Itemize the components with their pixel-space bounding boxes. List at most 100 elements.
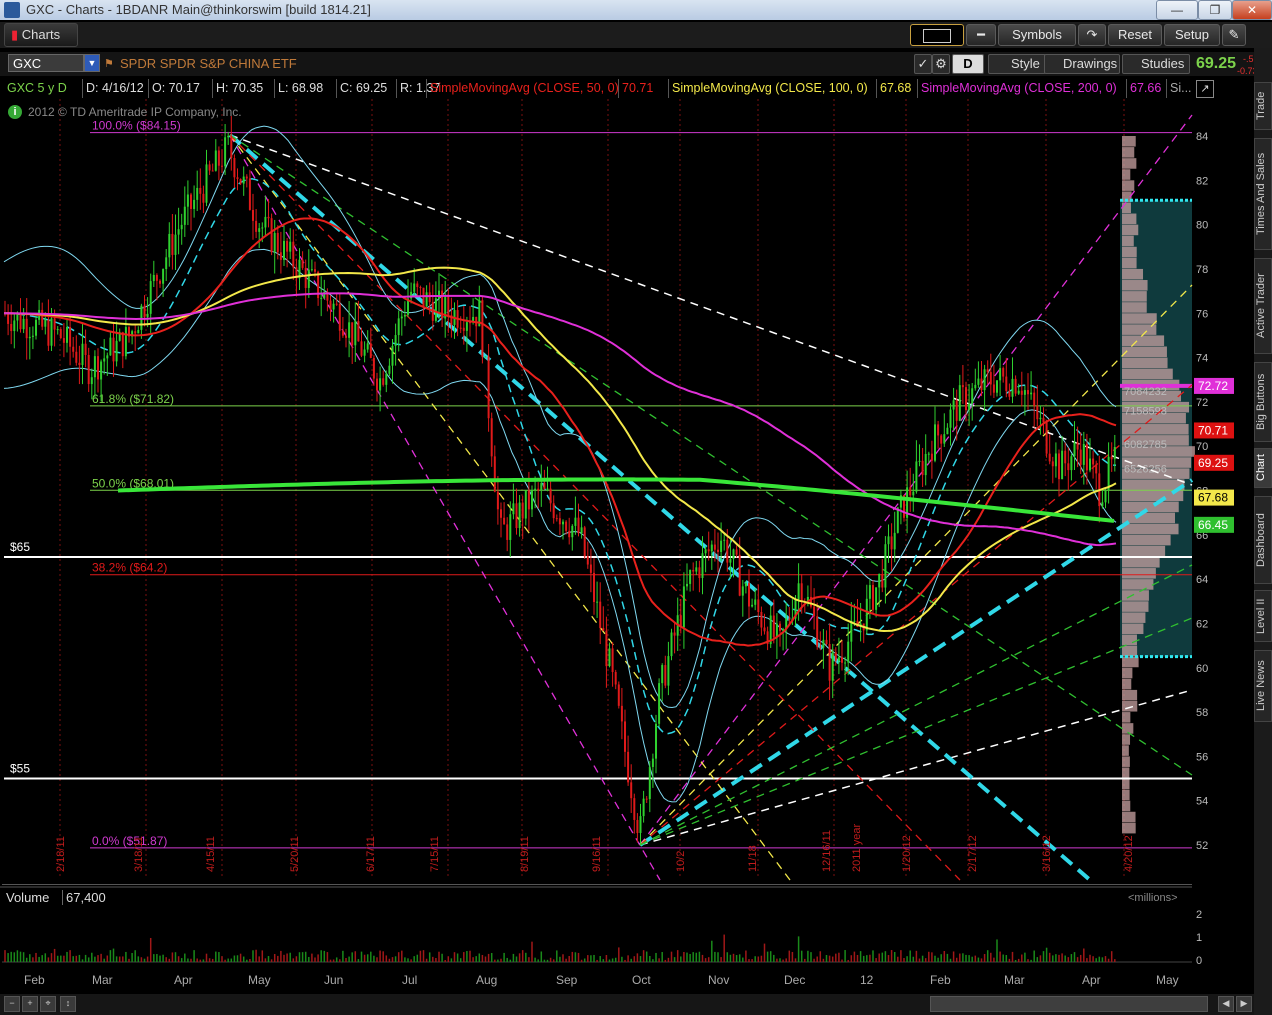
maximize-button[interactable]: ❐ <box>1198 0 1232 20</box>
setup-button[interactable]: Setup <box>1164 24 1220 46</box>
color-swatch-button[interactable] <box>910 24 964 46</box>
profile-bar <box>1122 612 1146 623</box>
link-button[interactable]: ━ <box>966 24 996 46</box>
symbols-button[interactable]: Symbols <box>998 24 1076 46</box>
period-selector[interactable]: D <box>952 54 984 74</box>
candle-body <box>354 321 357 346</box>
profile-bar <box>1122 213 1137 225</box>
candle-body <box>252 209 254 221</box>
zoom-reset-icon[interactable]: ⌖ <box>40 996 56 1012</box>
minimize-button[interactable]: — <box>1156 0 1198 20</box>
sma50-label[interactable]: SimpleMovingAvg (CLOSE, 50, 0) <box>426 79 622 98</box>
scroll-right-icon[interactable]: ▶ <box>1236 996 1252 1012</box>
candle-body <box>732 549 735 559</box>
candle-body <box>462 327 465 331</box>
drawings-menu[interactable]: Drawings <box>1044 54 1120 74</box>
reset-button[interactable]: Reset <box>1108 24 1162 46</box>
candle-body <box>1045 422 1048 454</box>
price-tag-text: 67.68 <box>1198 491 1228 505</box>
close-button[interactable]: ✕ <box>1232 0 1272 20</box>
candle-body <box>565 521 568 531</box>
tab-big-buttons[interactable]: Big Buttons <box>1254 362 1272 442</box>
profile-bar <box>1122 689 1138 701</box>
tab-trade[interactable]: Trade <box>1254 82 1272 130</box>
candle-body <box>521 502 524 519</box>
horizontal-line-label: $55 <box>10 762 30 776</box>
zoom-out-icon[interactable]: − <box>4 996 20 1012</box>
tab-level-ii[interactable]: Level II <box>1254 590 1272 642</box>
candle-body <box>568 530 571 538</box>
charts-tab[interactable]: ▮ Charts <box>4 23 78 47</box>
sma200-label[interactable]: SimpleMovingAvg (CLOSE, 200, 0) <box>917 79 1120 98</box>
expand-icon[interactable]: ↗ <box>1196 80 1214 98</box>
candle-body <box>1067 463 1070 471</box>
style-menu[interactable]: Style <box>988 54 1046 74</box>
sma100-label[interactable]: SimpleMovingAvg (CLOSE, 100, 0) <box>668 79 871 98</box>
candle-body <box>717 549 719 552</box>
candle-body <box>208 164 211 171</box>
candle-body <box>124 327 127 357</box>
tab-chart[interactable]: Chart <box>1254 448 1272 488</box>
candle-body <box>481 300 484 357</box>
candle-body <box>534 488 537 491</box>
candle-body <box>713 544 716 550</box>
symbol-dropdown-icon[interactable]: ▼ <box>84 54 100 72</box>
price-chart[interactable]: 7084232715859860827856526256 100.0% ($84… <box>0 79 1254 994</box>
study-info-strip: GXC 5 y D D: 4/16/12 O: 70.17 H: 70.35 L… <box>4 79 1194 99</box>
tab-live-news[interactable]: Live News <box>1254 650 1272 722</box>
candle-body <box>834 652 837 661</box>
rewind-button[interactable]: ↷ <box>1078 24 1106 46</box>
candle-body <box>44 319 47 327</box>
zoom-in-icon[interactable]: + <box>22 996 38 1012</box>
profile-bar <box>1122 202 1131 214</box>
candle-body <box>103 358 106 362</box>
candle-body <box>25 318 28 339</box>
candle-body <box>912 491 915 496</box>
profile-bar <box>1122 634 1137 646</box>
candle-body <box>624 721 626 752</box>
pin-button[interactable]: ✎ <box>1222 24 1246 46</box>
tab-dashboard[interactable]: Dashboard <box>1254 496 1272 584</box>
candle-body <box>974 384 977 389</box>
candle-body <box>872 585 874 610</box>
candle-body <box>961 385 964 388</box>
symbol-input[interactable]: GXC <box>8 54 84 72</box>
candle-body <box>921 460 924 476</box>
tab-times-and-sales[interactable]: Times And Sales <box>1254 138 1272 250</box>
candle-body <box>69 327 72 347</box>
candle-body <box>844 662 847 664</box>
bar-low: L: 68.98 <box>274 79 326 98</box>
scrollbar-thumb[interactable] <box>930 996 1208 1012</box>
candle-body <box>890 536 893 550</box>
candle-body <box>149 281 152 314</box>
drawing-tool-icon[interactable]: ✓ <box>914 54 932 74</box>
price-tag-text: 66.45 <box>1198 518 1228 532</box>
candle-body <box>825 639 828 644</box>
scroll-left-icon[interactable]: ◀ <box>1218 996 1234 1012</box>
candle-body <box>729 558 732 563</box>
candle-body <box>828 643 831 681</box>
settings-icon[interactable]: ⚙ <box>932 54 950 74</box>
candle-body <box>549 488 552 504</box>
candle-body <box>757 599 760 612</box>
more-studies[interactable]: Si... <box>1166 79 1195 98</box>
tab-active-trader[interactable]: Active Trader <box>1254 258 1272 354</box>
profile-bar <box>1122 523 1179 535</box>
candle-body <box>735 549 738 555</box>
candle-body <box>655 723 657 759</box>
candle-body <box>496 491 499 510</box>
drag-icon[interactable]: ↕ <box>60 996 76 1012</box>
candle-body <box>698 567 701 578</box>
info-icon[interactable]: i <box>8 105 22 119</box>
candle-body <box>1104 489 1107 503</box>
candle-body <box>394 335 397 346</box>
candle-body <box>289 241 292 252</box>
candle-body <box>146 313 149 318</box>
studies-menu[interactable]: Studies <box>1122 54 1190 74</box>
candle-body <box>1023 390 1026 395</box>
candle-body <box>1054 453 1057 467</box>
price-tick: 60 <box>1196 663 1208 675</box>
candle-body <box>199 187 202 194</box>
candle-body <box>245 176 248 179</box>
candle-body <box>992 384 995 393</box>
